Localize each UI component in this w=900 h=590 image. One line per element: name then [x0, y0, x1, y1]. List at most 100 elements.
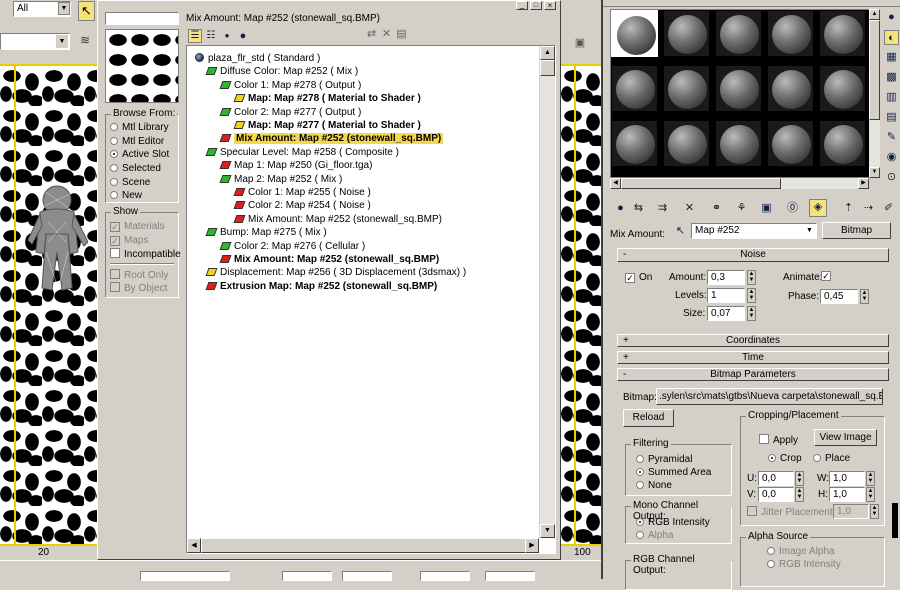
h-spinner[interactable]: ▲ ▼ [866, 487, 875, 502]
place-radio-row[interactable]: Place [813, 453, 850, 464]
editor-scrollbar[interactable] [891, 245, 900, 540]
radio-none[interactable] [636, 481, 644, 489]
tree-item[interactable]: Displacement: Map #256 ( 3D Displacement… [205, 266, 466, 279]
tree-item[interactable]: Color 2: Map #277 ( Output ) [219, 106, 361, 119]
browse-selected[interactable]: Selected [110, 163, 161, 174]
named-selection-arrow-icon[interactable]: ▼ [56, 35, 68, 48]
show-maps[interactable]: ✓ Maps [110, 235, 148, 246]
scroll-thumb-vertical[interactable] [540, 60, 555, 76]
get-material-icon[interactable]: ● [613, 201, 628, 216]
browser-minimize-button[interactable]: _ [516, 1, 528, 10]
browser-search-field[interactable] [105, 12, 179, 25]
tree-item[interactable]: Color 1: Map #255 ( Noise ) [233, 186, 371, 199]
bitmap-path-button[interactable]: .sylen\src\mats\gtbs\Nueva carpeta\stone… [656, 388, 883, 405]
go-to-parent-icon[interactable]: ⇡ [841, 201, 856, 216]
levels-field[interactable]: 1 [707, 288, 745, 303]
filter-summed-area[interactable]: Summed Area [636, 467, 711, 478]
size-spinner[interactable]: ▲ ▼ [747, 306, 756, 321]
checkbox-maps[interactable]: ✓ [110, 236, 120, 246]
sample-slot[interactable] [715, 120, 762, 167]
checkbox-by-object[interactable] [110, 282, 120, 292]
select-by-material-icon[interactable]: ◉ [884, 150, 899, 165]
alpha-image-alpha[interactable]: Image Alpha [767, 546, 835, 557]
show-root-only[interactable]: Root Only [110, 269, 168, 281]
view-list-icon[interactable]: ☰ [188, 29, 202, 43]
v-spinner[interactable]: ▲ ▼ [795, 487, 804, 502]
h-field[interactable]: 1,0 [829, 487, 865, 502]
map-type-button[interactable]: Bitmap [822, 222, 891, 239]
radio-image-alpha[interactable] [767, 547, 775, 555]
put-to-library-icon[interactable]: ⚘ [734, 201, 749, 216]
tree-item[interactable]: Map: Map #277 ( Material to Shader ) [233, 119, 421, 132]
slots-scroll-down[interactable]: ▼ [869, 167, 880, 178]
browse-scene[interactable]: Scene [110, 177, 150, 188]
filter-none[interactable]: None [636, 480, 672, 491]
show-incompatible[interactable]: Incompatible [110, 248, 181, 260]
sample-type-icon[interactable]: ● [884, 10, 899, 25]
checkbox-materials[interactable]: ✓ [110, 222, 120, 232]
apply-checkbox-row[interactable]: Apply [759, 434, 798, 446]
radio-selected[interactable] [110, 164, 118, 172]
noise-on-checkbox-row[interactable]: ✓ On [625, 272, 652, 283]
map-name-field[interactable]: Map #252 [691, 223, 817, 239]
make-preview-icon[interactable]: ▤ [884, 110, 899, 125]
eyedropper-icon[interactable]: ↖ [673, 224, 688, 239]
delete-icon[interactable]: ✕ [379, 27, 394, 42]
radio-mtl-library[interactable] [110, 123, 118, 131]
view-list-icons-icon[interactable]: ☷ [204, 29, 218, 43]
radio-mtl-editor[interactable] [110, 137, 118, 145]
video-color-check-icon[interactable]: ▥ [884, 90, 899, 105]
jitter-spinner[interactable]: ▲ ▼ [870, 504, 879, 519]
put-to-scene-icon[interactable]: ⇆ [631, 201, 646, 216]
slots-horizontal-scrollbar[interactable]: ◀ ▶ [610, 178, 869, 189]
crop-radio-row[interactable]: Crop [768, 453, 802, 464]
noise-on-checkbox[interactable]: ✓ [625, 273, 635, 283]
select-arrow-icon[interactable]: ↖ [78, 1, 95, 21]
scroll-down-button[interactable]: ▼ [540, 524, 555, 538]
levels-spinner[interactable]: ▲ ▼ [747, 288, 756, 303]
tree-item[interactable]: Diffuse Color: Map #252 ( Mix ) [205, 65, 358, 78]
sample-slot[interactable] [819, 65, 866, 112]
mirror-icon[interactable]: ≋ [76, 33, 94, 51]
amount-spinner[interactable]: ▲ ▼ [747, 270, 756, 285]
scroll-thumb-horizontal[interactable] [201, 538, 527, 553]
mono-rgb-intensity[interactable]: RGB Intensity [636, 517, 710, 528]
clear-library-icon[interactable]: ▤ [394, 27, 409, 42]
scroll-up-button[interactable]: ▲ [540, 46, 555, 60]
animate-checkbox[interactable]: ✓ [821, 271, 831, 281]
selection-filter-arrow-icon[interactable]: ▼ [58, 2, 70, 15]
radio-active-slot[interactable] [110, 150, 118, 158]
sample-slot[interactable] [715, 10, 762, 57]
slots-scroll-right[interactable]: ▶ [858, 178, 869, 189]
radio-summed-area[interactable] [636, 468, 644, 476]
material-navigator-icon[interactable]: ⊙ [884, 170, 899, 185]
browse-mtl-editor[interactable]: Mtl Editor [110, 136, 164, 147]
show-end-result-icon[interactable]: ◈ [809, 199, 827, 217]
tree-item[interactable]: Extrusion Map: Map #252 (stonewall_sq.BM… [205, 280, 437, 293]
sample-slot[interactable] [611, 120, 658, 167]
radio-rgb-intensity[interactable] [636, 518, 644, 526]
map-tree-panel[interactable]: plaza_flr_std ( Standard ) Diffuse Color:… [186, 45, 556, 554]
editor-scroll-thumb[interactable] [892, 503, 898, 538]
crop-radio[interactable] [768, 454, 776, 462]
scroll-right-button[interactable]: ▶ [525, 538, 539, 553]
slots-vertical-scrollbar[interactable]: ▲ ▼ [869, 9, 880, 178]
backlight-icon[interactable]: ◐ [884, 30, 899, 45]
v-field[interactable]: 0,0 [758, 487, 794, 502]
tree-item[interactable]: Map 2: Map #252 ( Mix ) [219, 173, 342, 186]
browser-close-button[interactable]: × [544, 1, 556, 10]
sample-slot[interactable] [767, 65, 814, 112]
reload-button[interactable]: Reload [623, 409, 674, 427]
options-icon[interactable]: ✎ [884, 130, 899, 145]
tree-vertical-scrollbar[interactable]: ▲ ▼ [539, 46, 555, 538]
tree-item[interactable]: Map 1: Map #250 (Gi_floor.tga) [219, 159, 372, 172]
alpha-rgb-intensity[interactable]: RGB Intensity [767, 559, 841, 570]
checkbox-root-only[interactable] [110, 269, 120, 279]
u-spinner[interactable]: ▲ ▼ [795, 471, 804, 486]
sample-slot[interactable] [663, 10, 710, 57]
radio-alpha[interactable] [636, 531, 644, 539]
sample-slot[interactable] [767, 120, 814, 167]
browser-maximize-button[interactable]: □ [530, 1, 542, 10]
apply-checkbox[interactable] [759, 434, 769, 444]
filter-pyramidal[interactable]: Pyramidal [636, 454, 692, 465]
